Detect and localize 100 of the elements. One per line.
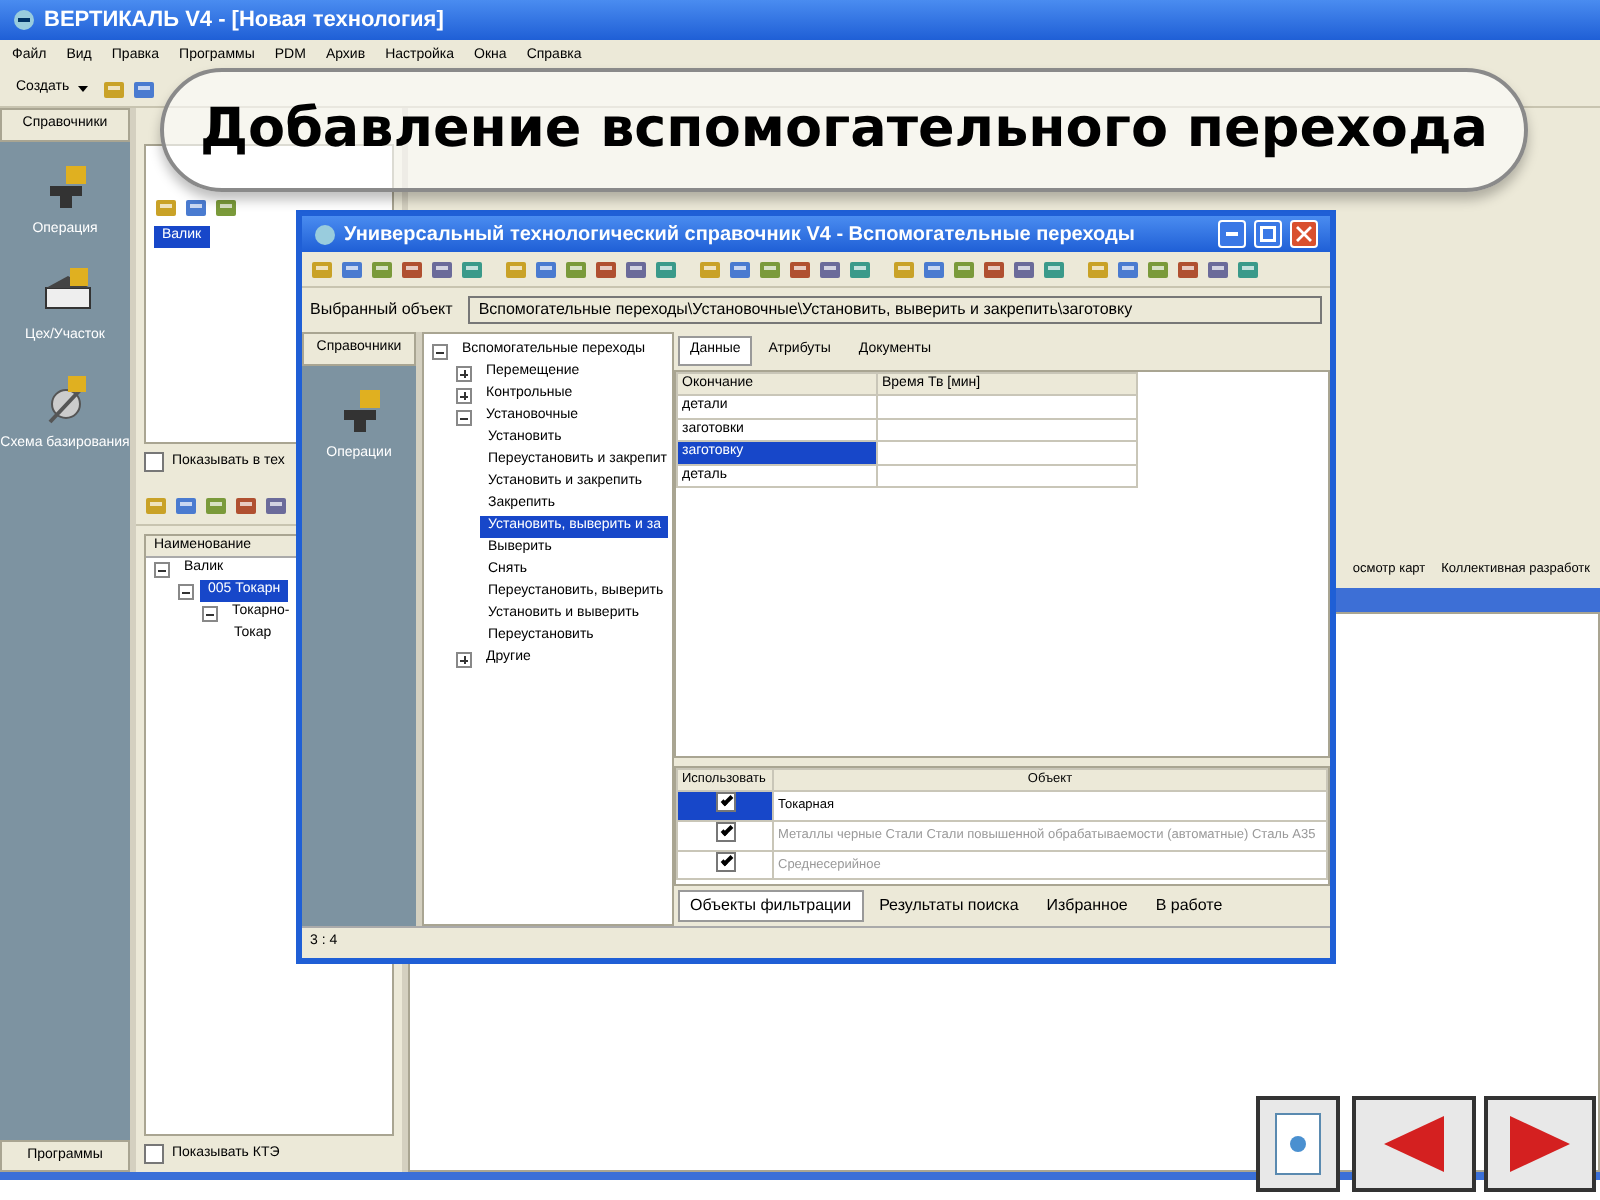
toolbar-icon [564,257,588,281]
app-logo-icon [314,223,336,245]
toolbar-icon [214,196,238,220]
toolbar-button[interactable] [370,257,394,281]
toolbar-icon [264,494,288,518]
toolbar-icon [1116,257,1140,281]
toolbar-icon [154,196,178,220]
toolbar-icon [1086,257,1110,281]
toolbar-icon [892,257,916,281]
toolbar-button[interactable] [184,196,208,220]
home-button[interactable] [1256,1096,1340,1192]
close-button[interactable] [1290,220,1318,248]
toolbar-icon [1176,257,1200,281]
window-title: Универсальный технологический справочник V4 - Вспомогательные переходы [344,221,1137,249]
toolbar-icon [698,257,722,281]
toolbar-button[interactable] [174,494,198,518]
toolbar-button[interactable] [1206,257,1230,281]
previous-button[interactable] [1352,1096,1476,1192]
toolbar-icon [728,257,752,281]
toolbar-button[interactable] [204,494,228,518]
checkbox[interactable] [144,452,164,473]
expander-icon[interactable] [456,365,472,381]
toolbar-button[interactable] [564,257,588,281]
toolbar-button[interactable] [952,257,976,281]
slide-title: Добавление вспомогательного перехода [199,95,1489,164]
minimize-icon [1226,232,1238,236]
toolbar-button[interactable] [922,257,946,281]
toolbar-icon [460,257,484,281]
expander-icon[interactable] [456,409,472,425]
toolbar-icon [1206,257,1230,281]
window-title: ВЕРТИКАЛЬ V4 - [Новая технология] [44,5,444,36]
toolbar-button[interactable] [818,257,842,281]
toolbar-button[interactable] [594,257,618,281]
minimize-button[interactable] [1218,220,1246,248]
toolbar-button[interactable] [264,494,288,518]
tab[interactable]: Избранное [1034,890,1140,922]
toolbar-button[interactable] [1042,257,1066,281]
expander-icon[interactable] [432,343,448,359]
toolbar-icon [144,494,168,518]
toolbar-button[interactable] [848,257,872,281]
toolbar-icon [788,257,812,281]
toolbar-button[interactable] [1012,257,1036,281]
toolbar-icon [982,257,1006,281]
toolbar-button[interactable] [534,257,558,281]
left-arrow-icon [1380,1114,1448,1174]
toolbar-icon [234,494,258,518]
expander-icon[interactable] [456,651,472,667]
toolbar-button[interactable] [728,257,752,281]
toolbar-button[interactable] [624,257,648,281]
toolbar-icon [340,257,364,281]
toolbar-icon [594,257,618,281]
toolbar-icon [101,77,126,101]
toolbar-icon [204,494,228,518]
toolbar-icon [624,257,648,281]
maximize-icon [1260,226,1276,242]
toolbar-icon [400,257,424,281]
selected-object-field[interactable]: Вспомогательные переходы\Установочные\Установить, выверить и закрепить\заготовку [468,296,1322,324]
toolbar-button[interactable] [430,257,454,281]
toolbar-button[interactable] [1176,257,1200,281]
toolbar-button[interactable] [460,257,484,281]
book-icon [1272,1110,1324,1178]
expander-icon[interactable] [178,583,194,599]
toolbar-button[interactable] [400,257,424,281]
close-icon [1296,226,1312,242]
toolbar-icon [430,257,454,281]
next-button[interactable] [1484,1096,1596,1192]
field-label: Выбранный объект [310,298,453,322]
toolbar-button[interactable] [758,257,782,281]
toolbar-button[interactable] [1236,257,1260,281]
toolbar-button[interactable] [1146,257,1170,281]
toolbar-icon [1236,257,1260,281]
checkbox[interactable] [144,1143,164,1164]
toolbar-button[interactable] [131,77,156,101]
maximize-button[interactable] [1254,220,1282,248]
toolbar-icon [1012,257,1036,281]
expander-icon[interactable] [456,387,472,403]
toolbar-icon [370,257,394,281]
toolbar-icon [184,196,208,220]
toolbar-icon [174,494,198,518]
toolbar-button[interactable] [214,196,238,220]
expander-icon[interactable] [154,561,170,577]
tab[interactable]: Объекты фильтрации [678,890,864,922]
checkbox[interactable] [715,792,735,812]
expander-icon[interactable] [202,605,218,621]
toolbar-icon [1042,257,1066,281]
toolbar-button[interactable] [234,494,258,518]
tab[interactable]: В работе [1143,890,1235,922]
caret-icon [77,86,88,92]
toolbar-button[interactable] [654,257,678,281]
toolbar-icon [131,77,156,101]
toolbar-icon [952,257,976,281]
right-arrow-icon [1506,1114,1574,1174]
toolbar-button[interactable] [982,257,1006,281]
toolbar-button[interactable] [340,257,364,281]
tab[interactable]: Результаты поиска [867,890,1031,922]
toolbar-button[interactable] [154,196,178,220]
app-logo-icon [12,8,36,32]
toolbar-button[interactable] [788,257,812,281]
toolbar-button[interactable] [1116,257,1140,281]
toolbar-icon [922,257,946,281]
